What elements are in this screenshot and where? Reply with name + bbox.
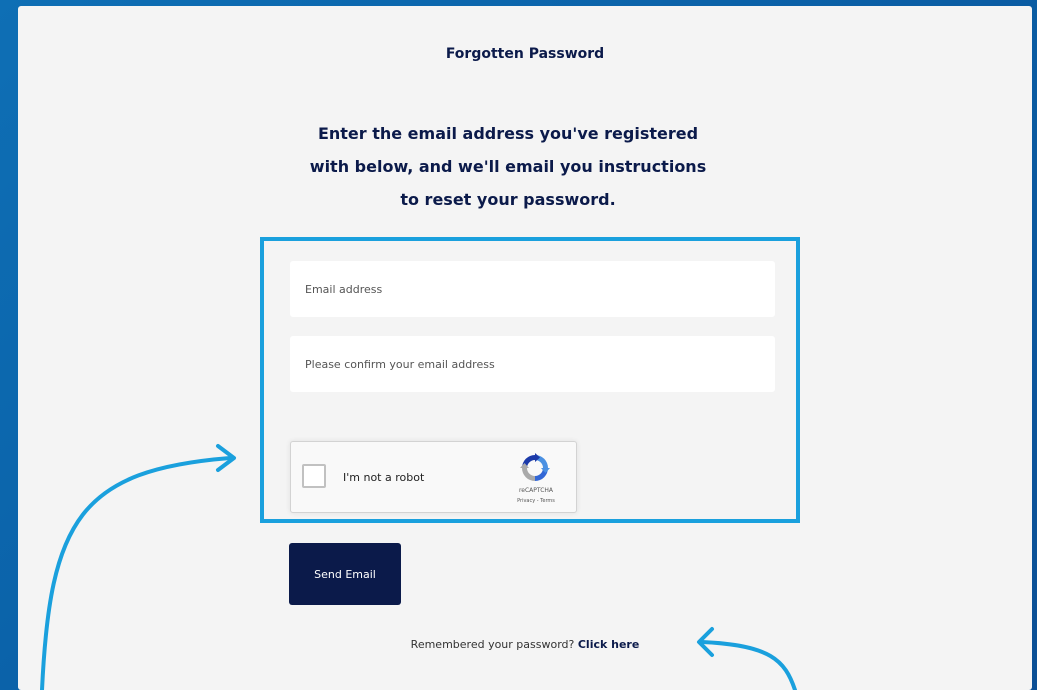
instructions-line-1: Enter the email address you've registere… [317, 124, 699, 143]
confirm-email-field[interactable] [290, 336, 775, 392]
send-email-button[interactable]: Send Email [289, 543, 401, 605]
page-title: Forgotten Password [445, 46, 605, 62]
email-field[interactable] [290, 261, 775, 317]
recaptcha-widget: I'm not a robot reCAPTCHA Privacy - Term… [290, 441, 577, 513]
remembered-password-text: Remembered your password? [410, 638, 578, 651]
forgot-password-panel: Forgotten Password Enter the email addre… [18, 6, 1032, 690]
instructions-line-2: with below, and we'll email you instruct… [309, 157, 707, 176]
recaptcha-brand: reCAPTCHA [518, 487, 554, 494]
recaptcha-icon [520, 453, 550, 481]
instructions-line-3: to reset your password. [400, 190, 616, 209]
click-here-link[interactable]: Click here [578, 638, 639, 651]
recaptcha-checkbox[interactable] [302, 464, 326, 488]
recaptcha-terms-link[interactable]: Privacy - Terms [501, 498, 571, 504]
instructions-text: Enter the email address you've registere… [248, 117, 768, 216]
recaptcha-label: I'm not a robot [343, 471, 425, 484]
remembered-password-row: Remembered your password? Click here [18, 638, 1032, 651]
